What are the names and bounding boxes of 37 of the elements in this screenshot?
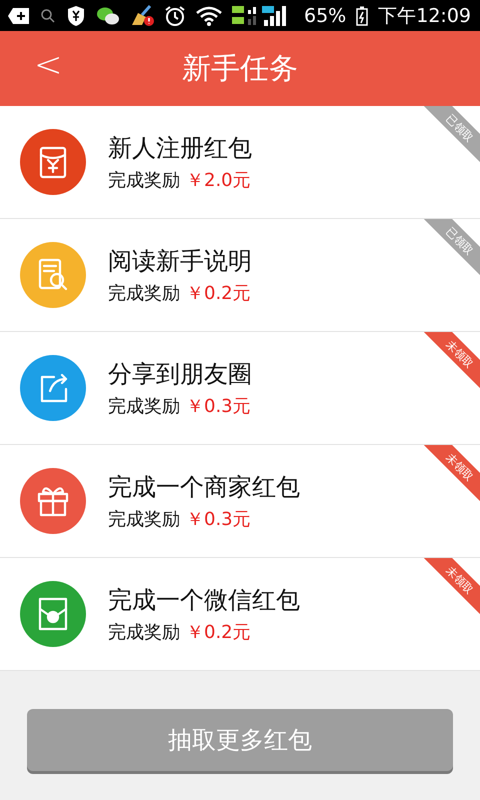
- alarm-icon: [164, 4, 186, 26]
- page-title: 新手任务: [182, 50, 298, 86]
- task-title: 完成一个商家红包: [108, 472, 300, 503]
- broom-icon: [130, 4, 154, 26]
- reward-label: 完成奖励: [108, 395, 180, 418]
- task-row[interactable]: 完成一个商家红包 完成奖励 ￥0.3元 未领取: [0, 445, 480, 558]
- task-row[interactable]: 新人注册红包 完成奖励 ￥2.0元 已领取: [0, 106, 480, 219]
- task-title: 分享到朋友圈: [108, 359, 252, 390]
- battery-charging-icon: [356, 6, 368, 26]
- battery-level: 65%: [304, 4, 346, 26]
- reward-amount: ￥2.0元: [186, 169, 251, 192]
- shield-icon: [66, 4, 86, 26]
- add-icon: [8, 6, 30, 24]
- reward-amount: ￥0.3元: [186, 395, 251, 418]
- reward-label: 完成奖励: [108, 621, 180, 644]
- gift-icon: [20, 468, 86, 534]
- reward-amount: ￥0.3元: [186, 508, 251, 531]
- document-search-icon: [20, 242, 86, 308]
- reward-label: 完成奖励: [108, 169, 180, 192]
- share-icon: [20, 355, 86, 421]
- back-button[interactable]: <: [24, 45, 72, 85]
- task-row[interactable]: 阅读新手说明 完成奖励 ￥0.2元 已领取: [0, 219, 480, 332]
- task-title: 完成一个微信红包: [108, 585, 300, 616]
- wifi-icon: [196, 6, 222, 26]
- reward-label: 完成奖励: [108, 508, 180, 531]
- task-title: 阅读新手说明: [108, 246, 252, 277]
- clock-time: 下午12:09: [378, 4, 471, 28]
- reward-label: 完成奖励: [108, 282, 180, 305]
- reward-amount: ￥0.2元: [186, 282, 251, 305]
- reward-amount: ￥0.2元: [186, 621, 251, 644]
- task-title: 新人注册红包: [108, 133, 252, 164]
- task-row[interactable]: 完成一个微信红包 完成奖励 ￥0.2元 未领取: [0, 558, 480, 671]
- envelope-icon: [20, 581, 86, 647]
- task-row[interactable]: 分享到朋友圈 完成奖励 ￥0.3元 未领取: [0, 332, 480, 445]
- search-icon: [40, 8, 56, 24]
- chat-bubbles-icon: [96, 6, 120, 26]
- envelope-icon: [20, 129, 86, 195]
